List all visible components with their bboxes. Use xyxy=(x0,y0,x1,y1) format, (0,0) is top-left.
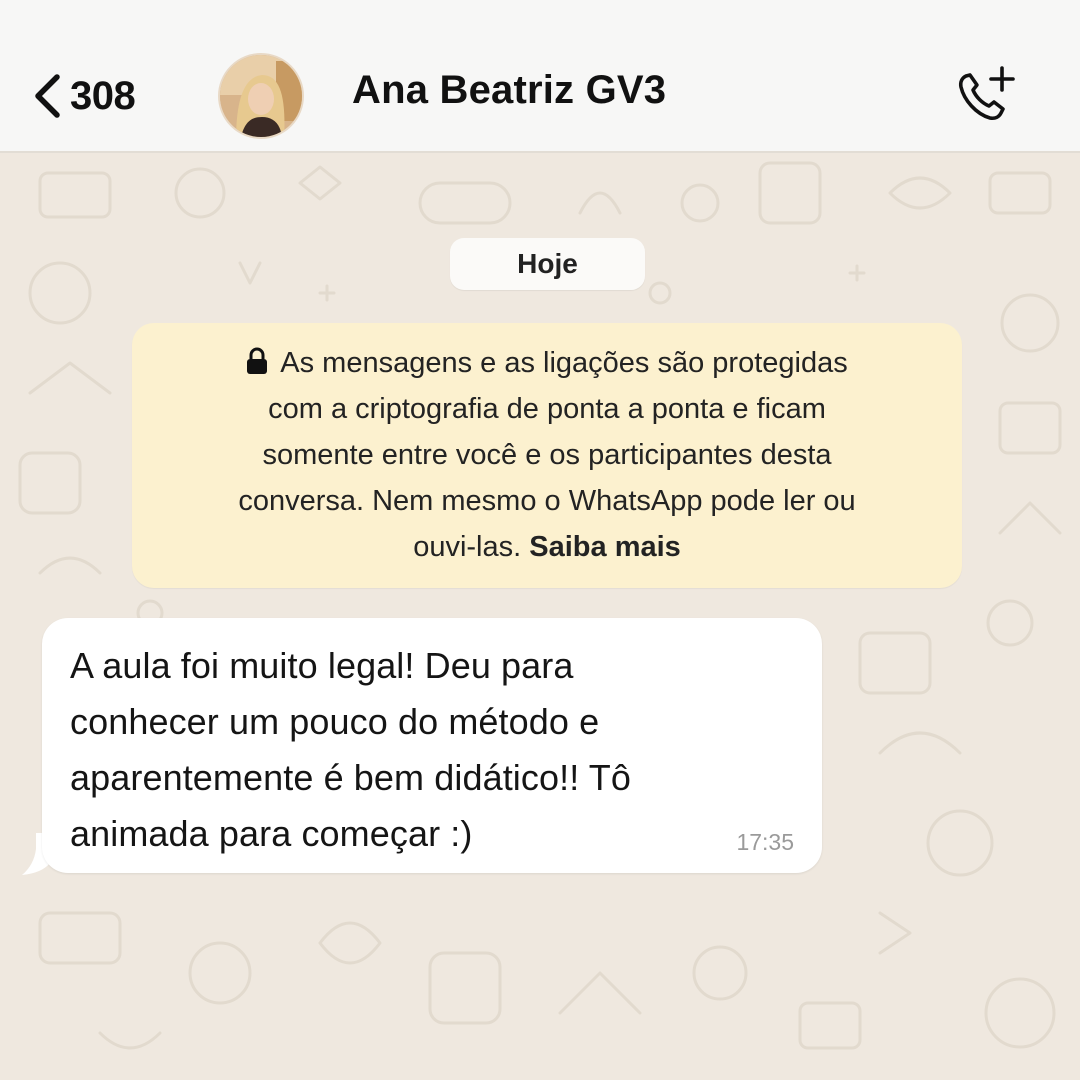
notice-line: conversa. Nem mesmo o WhatsApp pode ler … xyxy=(238,485,856,517)
avatar-photo xyxy=(220,55,302,137)
message-line: A aula foi muito legal! Deu para xyxy=(70,645,574,686)
message-line: aparentemente é bem didático!! Tô xyxy=(70,757,631,798)
add-call-button[interactable] xyxy=(952,62,1018,128)
contact-name[interactable]: Ana Beatriz GV3 xyxy=(352,68,666,113)
notice-line: ouvi-las. xyxy=(413,531,522,563)
notice-line: As mensagens e as ligações são protegida… xyxy=(280,347,848,379)
message-line: animada para começar :) xyxy=(70,813,473,854)
date-separator: Hoje xyxy=(450,238,645,290)
incoming-message[interactable]: A aula foi muito legal! Deu para conhece… xyxy=(42,618,822,873)
message-text: A aula foi muito legal! Deu para conhece… xyxy=(70,638,794,862)
encryption-notice[interactable]: As mensagens e as ligações são protegida… xyxy=(132,323,962,588)
message-line: conhecer um pouco do método e xyxy=(70,701,600,742)
chat-header: 308 Ana Beatriz GV3 xyxy=(0,0,1080,153)
message-timestamp: 17:35 xyxy=(736,829,794,855)
lock-icon xyxy=(247,347,268,374)
notice-line: somente entre você e os participantes de… xyxy=(262,439,832,471)
chevron-left-icon xyxy=(35,74,60,118)
notice-line: com a criptografia de ponta a ponta e fi… xyxy=(268,393,826,425)
chat-wallpaper xyxy=(18,161,1062,1050)
unread-count: 308 xyxy=(70,73,136,118)
chat-area[interactable]: Hoje As mensagens e as ligações são prot… xyxy=(0,153,1080,1080)
phone-plus-icon xyxy=(958,66,1015,121)
avatar[interactable] xyxy=(218,53,304,139)
learn-more-link[interactable]: Saiba mais xyxy=(529,531,681,563)
back-button[interactable]: 308 xyxy=(30,68,136,124)
